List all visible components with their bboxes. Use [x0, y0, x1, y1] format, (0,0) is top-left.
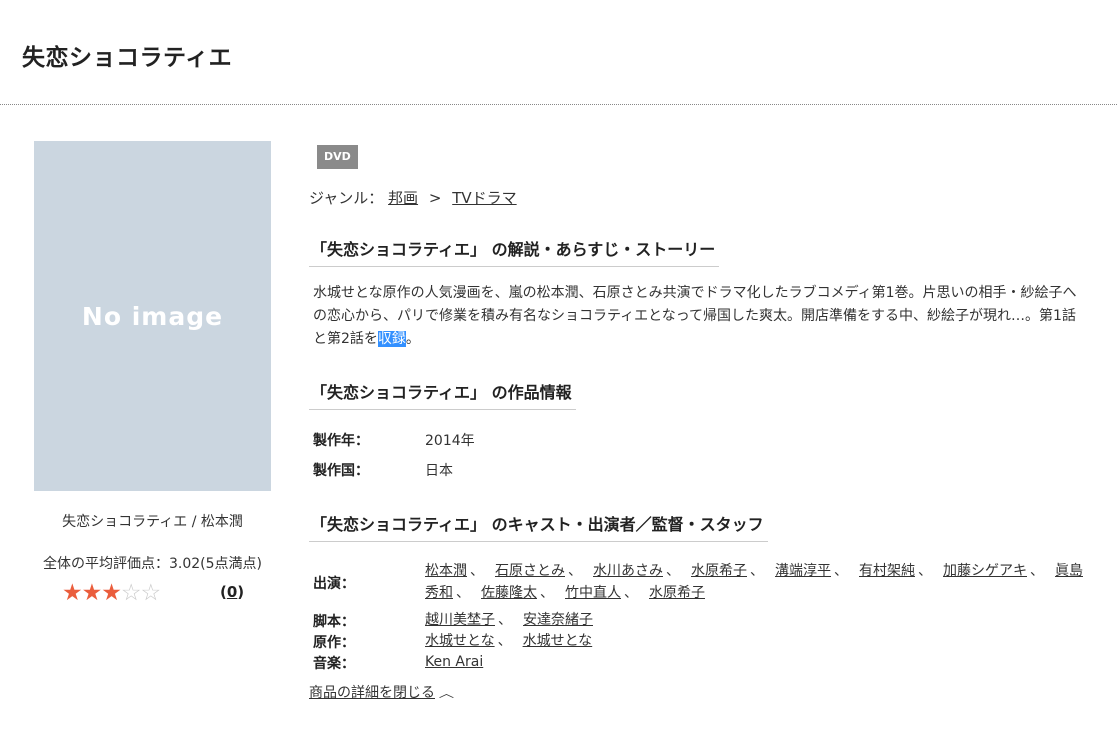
review-count-link[interactable]: 0	[227, 583, 237, 601]
average-rating-text: 全体の平均評価点：3.02(5点満点)	[42, 556, 262, 572]
list-separator: 、	[1030, 563, 1044, 579]
list-separator: 、	[470, 563, 484, 579]
music-list: Ken Arai	[425, 651, 1085, 673]
list-separator: 、	[568, 563, 582, 579]
genre-breadcrumb: ジャンル： 邦画 > TVドラマ	[309, 187, 517, 208]
performers-list: 松本潤、石原さとみ、水川あさみ、水原希子、溝端淳平、有村架純、加藤シゲアキ、眞島…	[425, 560, 1085, 604]
rating-stars: ★★★☆☆	[62, 580, 161, 606]
rating-row: ★★★☆☆ (0)	[34, 581, 271, 607]
list-separator: 、	[918, 563, 932, 579]
format-badge: DVD	[317, 145, 358, 169]
description-end: 。	[405, 331, 420, 347]
writer-link[interactable]: 安達奈緒子	[523, 612, 593, 628]
chevron-up-icon[interactable]: ︿	[439, 685, 454, 701]
list-separator: 、	[540, 585, 554, 601]
star-full-icon: ★★★	[62, 580, 122, 606]
performer-link[interactable]: 水原希子	[691, 563, 747, 579]
cast-heading: 「失恋ショコラティエ」 のキャスト・出演者／監督・スタッフ	[309, 511, 768, 542]
list-separator: 、	[834, 563, 848, 579]
story-heading: 「失恋ショコラティエ」 の解説・あらすじ・ストーリー	[309, 236, 720, 267]
header-divider	[0, 104, 1117, 105]
genre-label: ジャンル：	[309, 189, 384, 207]
performer-link[interactable]: 溝端淳平	[775, 563, 831, 579]
performer-link[interactable]: 水川あさみ	[593, 563, 663, 579]
info-heading: 「失恋ショコラティエ」 の作品情報	[309, 379, 576, 410]
original-list: 水城せとな、水城せとな	[425, 630, 1085, 652]
year-label: 製作年：	[313, 433, 369, 449]
writer-link[interactable]: 越川美埜子	[425, 612, 495, 628]
product-caption: 失恋ショコラティエ / 松本潤	[62, 514, 243, 530]
performer-link[interactable]: 竹中直人	[565, 585, 621, 601]
performers-label: 出演：	[313, 576, 355, 592]
performer-link[interactable]: 石原さとみ	[495, 563, 565, 579]
country-label: 製作国：	[313, 463, 369, 479]
list-separator: 、	[666, 563, 680, 579]
writers-label: 脚本：	[313, 614, 355, 630]
original-author-link[interactable]: 水城せとな	[425, 633, 495, 649]
close-details-link[interactable]: 商品の詳細を閉じる	[309, 685, 435, 701]
performer-link[interactable]: 加藤シゲアキ	[943, 563, 1027, 579]
music-label: 音楽：	[313, 656, 355, 672]
star-empty-icon: ☆☆	[120, 580, 161, 606]
list-separator: 、	[750, 563, 764, 579]
genre-child-link[interactable]: TVドラマ	[452, 189, 516, 207]
performer-link[interactable]: 水原希子	[649, 585, 705, 601]
review-count: (0)	[220, 583, 244, 601]
performer-link[interactable]: 有村架純	[859, 563, 915, 579]
product-image-placeholder[interactable]: No image	[34, 141, 271, 491]
list-separator: 、	[624, 585, 638, 601]
music-link[interactable]: Ken Arai	[425, 654, 483, 670]
no-image-text: No image	[81, 301, 224, 331]
product-sidebar: No image 失恋ショコラティエ / 松本潤 全体の平均評価点：3.02(5…	[34, 141, 271, 607]
description-body: 水城せとな原作の人気漫画を、嵐の松本潤、石原さとみ共演でドラマ化したラブコメディ…	[313, 285, 1077, 347]
description-text: 水城せとな原作の人気漫画を、嵐の松本潤、石原さとみ共演でドラマ化したラブコメディ…	[313, 282, 1089, 351]
original-author-link[interactable]: 水城せとな	[523, 633, 593, 649]
selected-text: 収録	[377, 331, 406, 347]
country-value: 日本	[425, 463, 453, 479]
performer-link[interactable]: 松本潤	[425, 563, 467, 579]
breadcrumb-separator: >	[428, 189, 442, 207]
list-separator: 、	[497, 633, 512, 649]
original-label: 原作：	[313, 635, 355, 651]
writers-list: 越川美埜子、安達奈緒子	[425, 609, 1085, 631]
year-value: 2014年	[425, 433, 475, 449]
review-count-close: )	[237, 583, 245, 601]
close-details: 商品の詳細を閉じる ︿	[309, 682, 454, 702]
genre-parent-link[interactable]: 邦画	[388, 189, 418, 207]
performer-link[interactable]: 佐藤隆太	[481, 585, 537, 601]
list-separator: 、	[456, 585, 470, 601]
review-count-open: (	[220, 583, 227, 601]
list-separator: 、	[498, 612, 512, 628]
page-title: 失恋ショコラティエ	[22, 45, 233, 71]
